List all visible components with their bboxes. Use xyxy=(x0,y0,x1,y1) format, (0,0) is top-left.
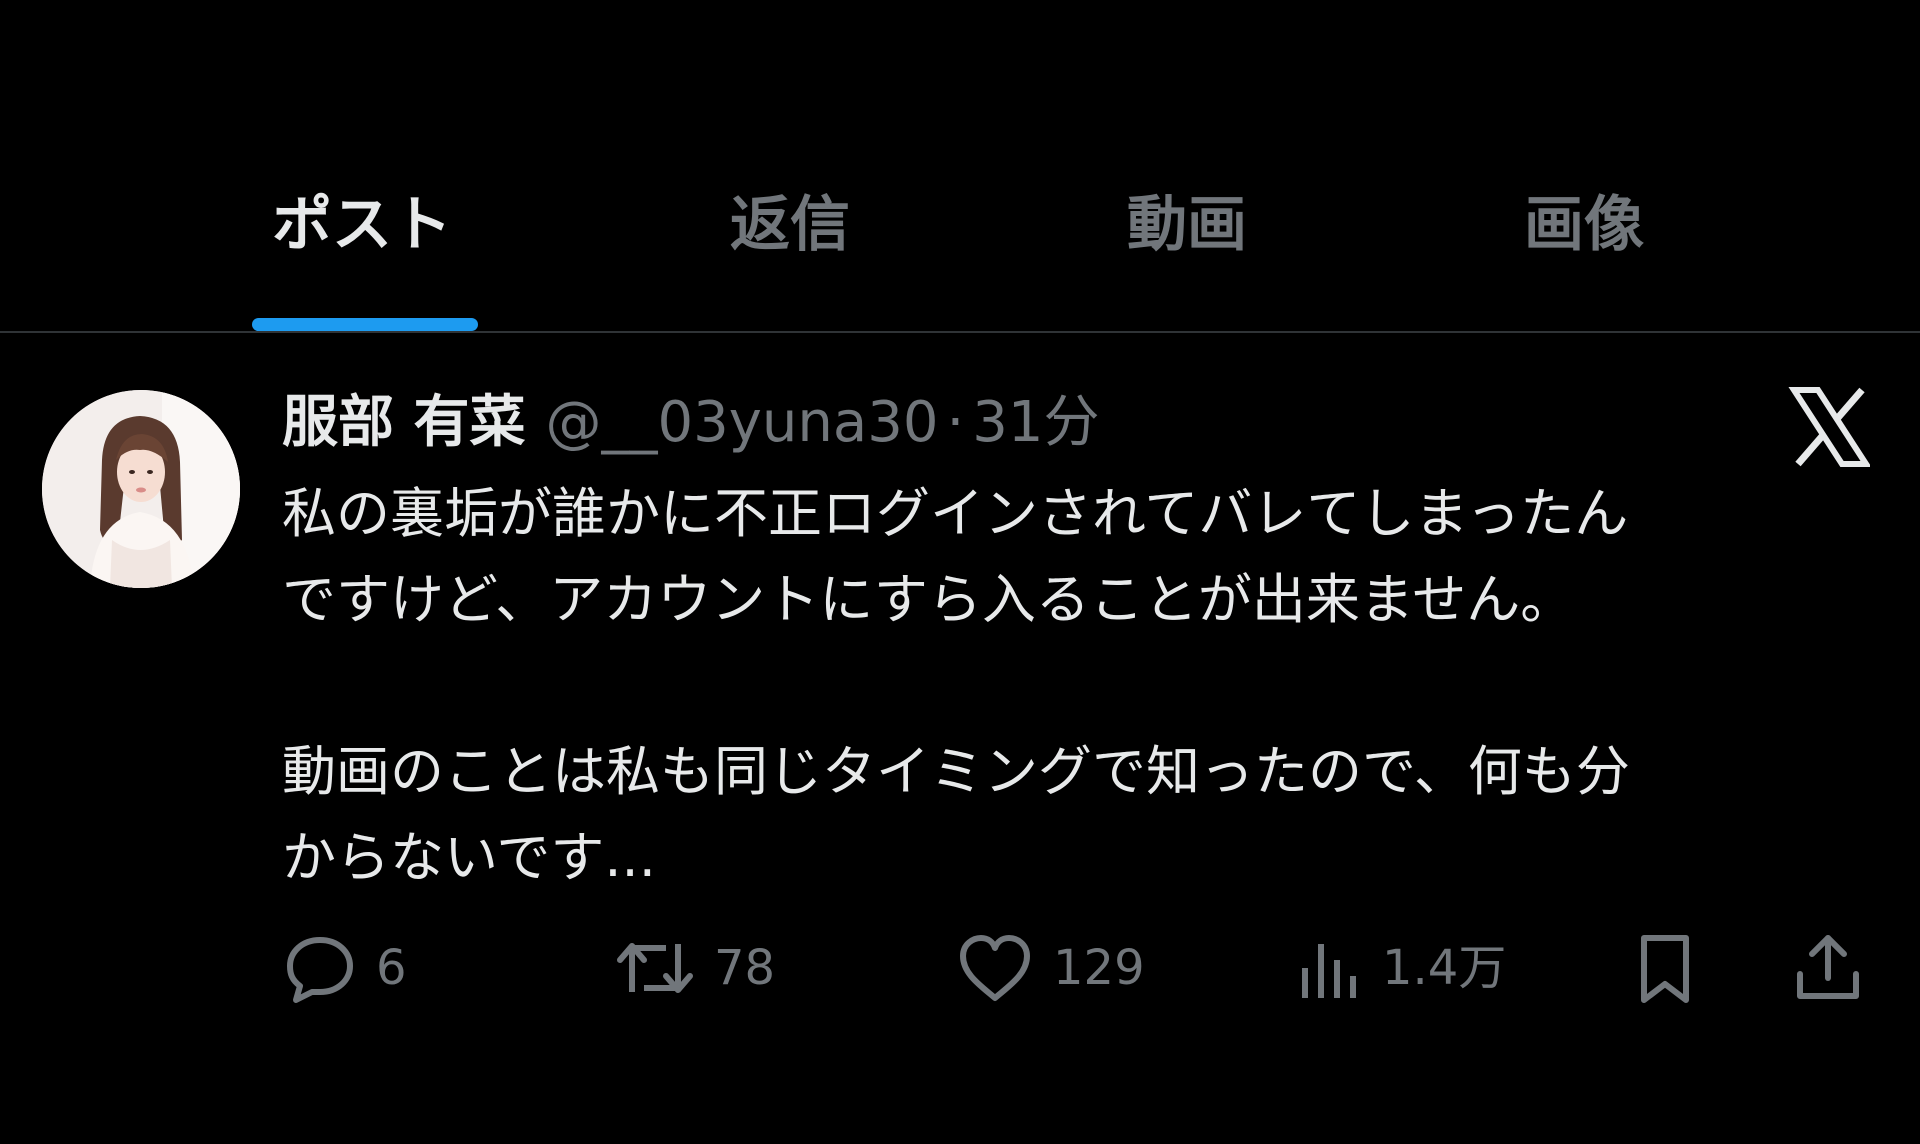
separator-dot: · xyxy=(946,390,965,455)
share-button[interactable] xyxy=(1790,928,1866,1008)
bookmark-button[interactable] xyxy=(1630,928,1700,1008)
x-logo-icon[interactable] xyxy=(1788,386,1872,468)
post[interactable]: 服部 有菜 @__03yuna30 · 31分 私の裏垢が誰かに不正ログインされてバレ… xyxy=(0,333,1920,1144)
reply-icon xyxy=(282,930,358,1006)
avatar[interactable] xyxy=(42,390,240,588)
tab-images[interactable]: 画像 xyxy=(1524,185,1644,265)
bookmark-icon xyxy=(1630,930,1700,1006)
tab-replies[interactable]: 返信 xyxy=(730,185,850,265)
tab-posts[interactable]: ポスト xyxy=(272,185,452,265)
share-icon xyxy=(1790,930,1866,1006)
reply-button[interactable]: 6 xyxy=(282,928,407,1008)
views-count: 1.4万 xyxy=(1382,940,1507,996)
like-button[interactable]: 129 xyxy=(955,928,1145,1008)
active-tab-indicator xyxy=(252,318,478,331)
retweet-count: 78 xyxy=(714,940,776,996)
post-text-blank-line xyxy=(282,643,1882,729)
heart-icon xyxy=(955,930,1035,1006)
like-count: 129 xyxy=(1053,940,1145,996)
author-display-name[interactable]: 服部 有菜 xyxy=(282,390,526,455)
retweet-icon xyxy=(614,930,696,1006)
tab-videos[interactable]: 動画 xyxy=(1127,185,1247,265)
post-header: 服部 有菜 @__03yuna30 · 31分 xyxy=(282,383,1100,463)
post-text-line: 動画のことは私も同じタイミングで知ったので、何も分 xyxy=(282,740,1630,803)
post-time[interactable]: 31分 xyxy=(972,390,1099,455)
post-text-line: ですけど、アカウントにすら入ることが出来ません。 xyxy=(282,568,1575,631)
retweet-button[interactable]: 78 xyxy=(614,928,775,1008)
profile-tabs: ポスト 返信 動画 画像 xyxy=(0,0,1920,333)
post-text-line: 私の裏垢が誰かに不正ログインされてバレてしまったん xyxy=(282,482,1629,545)
views-icon xyxy=(1294,930,1364,1006)
post-text-line: からないです... xyxy=(282,826,656,889)
reply-count: 6 xyxy=(376,940,407,996)
post-text: 私の裏垢が誰かに不正ログインされてバレてしまったん ですけど、アカウントにすら入… xyxy=(282,471,1882,901)
views-button[interactable]: 1.4万 xyxy=(1294,928,1506,1008)
author-handle[interactable]: @__03yuna30 xyxy=(546,390,939,455)
